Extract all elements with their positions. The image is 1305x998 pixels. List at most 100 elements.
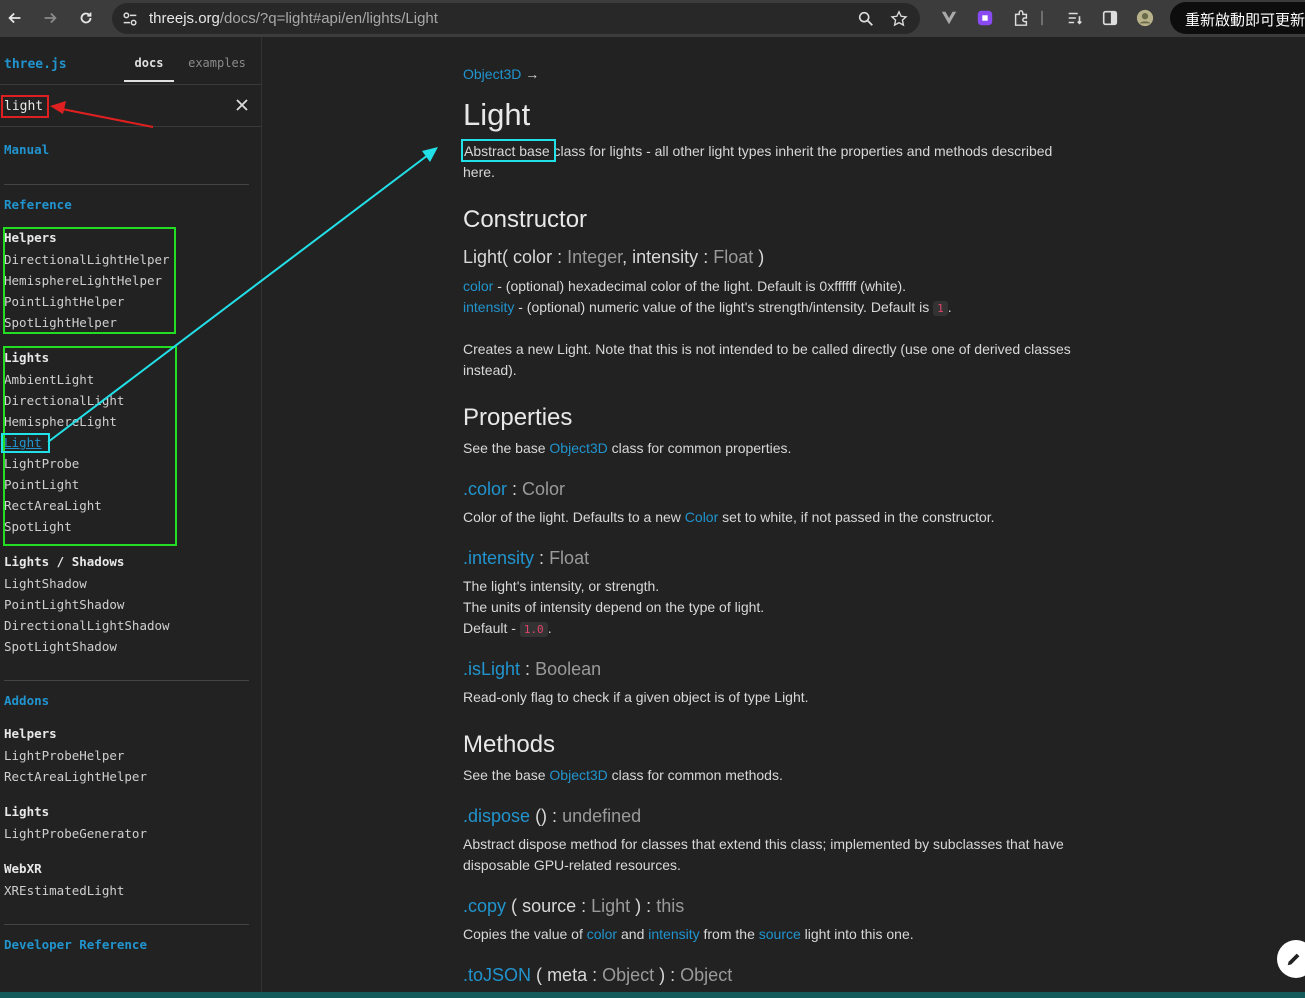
nav-item[interactable]: LightProbe xyxy=(4,456,79,471)
nav-reference[interactable]: Reference xyxy=(4,197,72,212)
inline-code: 1.0 xyxy=(519,622,548,637)
nav-item-active[interactable]: Light xyxy=(4,435,42,450)
property-intensity: .intensity : Float xyxy=(463,548,590,568)
section-heading-addons-lights: Lights xyxy=(4,804,50,819)
nav-item[interactable]: PointLight xyxy=(4,477,79,492)
tab-examples[interactable]: examples xyxy=(184,48,250,82)
constructor-note: Creates a new Light. Note that this is n… xyxy=(463,341,1071,357)
section-heading-addons-helpers: Helpers xyxy=(4,726,57,741)
section-heading-properties: Properties xyxy=(463,404,573,431)
url-text[interactable]: threejs.org/docs/?q=light#api/en/lights/… xyxy=(149,10,438,27)
methods-note: See the base Object3D class for common m… xyxy=(463,767,783,783)
param-intensity: intensity - (optional) numeric value of … xyxy=(463,299,952,316)
vuejs-extension-icon[interactable] xyxy=(939,8,959,28)
pencil-icon xyxy=(1287,953,1300,966)
method-link[interactable]: .dispose xyxy=(463,806,530,826)
nav-item[interactable]: LightProbeHelper xyxy=(4,748,124,763)
toolbar-divider xyxy=(1040,8,1044,28)
section-heading-webxr: WebXR xyxy=(4,861,42,876)
nav-item[interactable]: XREstimatedLight xyxy=(4,883,124,898)
property-color-desc: Color of the light. Defaults to a new Co… xyxy=(463,509,995,525)
back-button[interactable] xyxy=(3,6,27,30)
close-icon xyxy=(236,99,248,111)
address-bar[interactable]: threejs.org/docs/?q=light#api/en/lights/… xyxy=(112,3,920,34)
section-heading-methods: Methods xyxy=(463,731,556,758)
intro-highlight: Abstract base xyxy=(464,143,550,159)
profile-avatar[interactable] xyxy=(1135,8,1155,28)
method-link[interactable]: .copy xyxy=(463,896,506,916)
property-islight-desc: Read-only flag to check if a given objec… xyxy=(463,689,809,705)
inline-code: 1 xyxy=(933,301,948,316)
divider xyxy=(4,680,249,681)
section-heading-lights: Lights xyxy=(4,350,50,365)
nav-item[interactable]: LightShadow xyxy=(4,576,87,591)
tab-docs[interactable]: docs xyxy=(124,48,174,82)
breadcrumb-link[interactable]: Object3D xyxy=(463,66,521,82)
method-copy-desc: Copies the value of color and intensity … xyxy=(463,926,914,942)
divider xyxy=(4,184,249,185)
nav-item[interactable]: RectAreaLightHelper xyxy=(4,769,147,784)
property-link[interactable]: .isLight xyxy=(463,659,520,679)
update-button[interactable]: 重新啟動即可更新 xyxy=(1170,2,1305,34)
method-link[interactable]: .toJSON xyxy=(463,965,531,985)
property-intensity-desc: The units of intensity depend on the typ… xyxy=(463,599,765,615)
param-link[interactable]: color xyxy=(463,278,493,294)
breadcrumb: Object3D → xyxy=(463,66,539,82)
bookmark-star-icon[interactable] xyxy=(889,9,909,29)
section-heading-constructor: Constructor xyxy=(463,206,588,233)
search-input[interactable]: light xyxy=(4,99,43,114)
property-intensity-default: Default - 1.0. xyxy=(463,620,552,637)
divider xyxy=(0,126,261,127)
nav-item[interactable]: HemisphereLightHelper xyxy=(4,273,162,288)
extensions-puzzle-icon[interactable] xyxy=(1011,8,1031,28)
source-link[interactable]: source xyxy=(759,926,801,942)
constructor-signature: Light( color : Integer, intensity : Floa… xyxy=(463,247,765,267)
color-link[interactable]: Color xyxy=(685,509,718,525)
brand-link[interactable]: three.js xyxy=(4,57,67,72)
section-heading-shadows: Lights / Shadows xyxy=(4,554,125,569)
intro-text: Abstract base class for lights - all oth… xyxy=(464,143,1052,159)
site-settings-icon[interactable] xyxy=(120,9,140,29)
nav-item[interactable]: DirectionalLightShadow xyxy=(4,618,170,633)
nav-item[interactable]: SpotLightHelper xyxy=(4,315,117,330)
nav-item[interactable]: HemisphereLight xyxy=(4,414,117,429)
extension-purple-icon[interactable] xyxy=(975,8,995,28)
property-link[interactable]: .intensity xyxy=(463,548,534,568)
reading-list-icon[interactable] xyxy=(1065,8,1085,28)
arrow-right-icon: → xyxy=(525,66,540,82)
nav-item[interactable]: SpotLightShadow xyxy=(4,639,117,654)
property-link[interactable]: .color xyxy=(463,479,507,499)
nav-item[interactable]: LightProbeGenerator xyxy=(4,826,147,841)
param-link[interactable]: intensity xyxy=(463,299,514,315)
nav-item[interactable]: DirectionalLightHelper xyxy=(4,252,170,267)
doc-content: Object3D → Light Abstract base class for… xyxy=(263,37,1305,998)
nav-item[interactable]: PointLightHelper xyxy=(4,294,124,309)
method-dispose-desc: Abstract dispose method for classes that… xyxy=(463,836,1064,852)
clear-search-button[interactable] xyxy=(232,95,252,115)
nav-addons[interactable]: Addons xyxy=(4,693,49,708)
reload-button[interactable] xyxy=(74,6,98,30)
object3d-link[interactable]: Object3D xyxy=(549,767,607,783)
intensity-link[interactable]: intensity xyxy=(648,926,699,942)
nav-manual[interactable]: Manual xyxy=(4,142,49,157)
intro-text-rest: class for lights - all other light types… xyxy=(549,143,1053,159)
zoom-icon[interactable] xyxy=(856,9,876,29)
object3d-link[interactable]: Object3D xyxy=(549,440,607,456)
nav-item[interactable]: SpotLight xyxy=(4,519,72,534)
property-islight: .isLight : Boolean xyxy=(463,659,602,679)
status-strip xyxy=(0,992,1305,998)
nav-developer-reference[interactable]: Developer Reference xyxy=(4,937,147,952)
nav-item[interactable]: PointLightShadow xyxy=(4,597,124,612)
reload-icon xyxy=(80,12,92,24)
properties-note: See the base Object3D class for common p… xyxy=(463,440,792,456)
side-panel-icon[interactable] xyxy=(1100,8,1120,28)
color-link[interactable]: color xyxy=(587,926,617,942)
section-heading-helpers: Helpers xyxy=(4,230,57,245)
nav-item[interactable]: AmbientLight xyxy=(4,372,94,387)
property-intensity-desc: The light's intensity, or strength. xyxy=(463,578,660,594)
nav-item[interactable]: DirectionalLight xyxy=(4,393,124,408)
forward-button[interactable] xyxy=(38,6,62,30)
nav-item[interactable]: RectAreaLight xyxy=(4,498,102,513)
param-color: color - (optional) hexadecimal color of … xyxy=(463,278,907,294)
method-dispose: .dispose () : undefined xyxy=(463,806,642,826)
